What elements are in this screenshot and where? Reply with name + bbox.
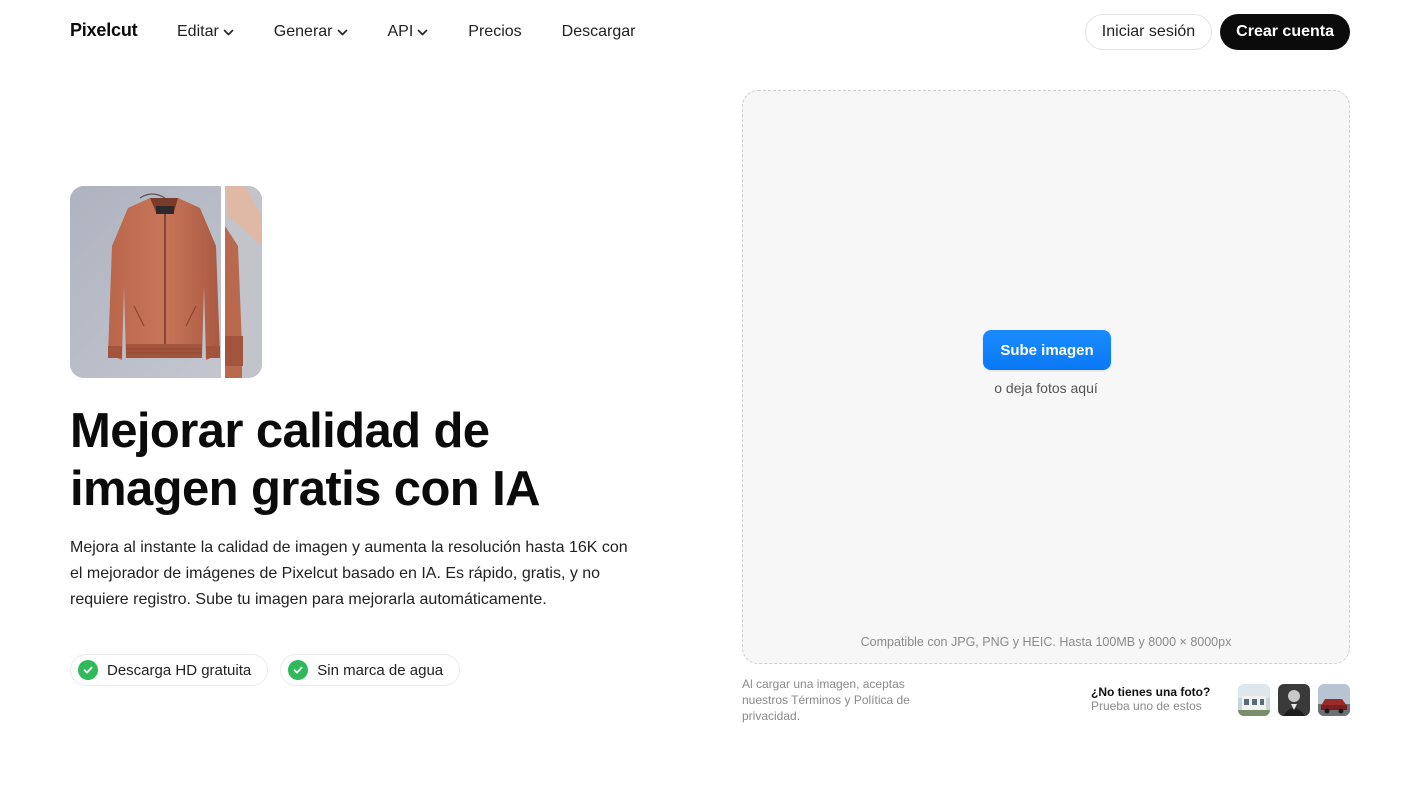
- jacket-before-after-image: [70, 186, 262, 378]
- badge-hd-download: Descarga HD gratuita: [70, 654, 269, 686]
- sample-car-image[interactable]: [1318, 684, 1350, 716]
- badge-label: Descarga HD gratuita: [107, 661, 252, 679]
- badge-no-watermark: Sin marca de agua: [280, 654, 461, 686]
- nav-menu: Editar Generar API Precios Descargar: [177, 22, 675, 42]
- nav-item-api[interactable]: API: [388, 22, 429, 42]
- top-nav: Pixelcut Editar Generar API Precios Desc…: [0, 0, 1420, 64]
- hero-description: Mejora al instante la calidad de imagen …: [70, 539, 628, 608]
- drop-hint: o deja fotos aquí: [994, 380, 1098, 396]
- chevron-down-icon: [223, 27, 234, 38]
- sample-portrait-image[interactable]: [1278, 684, 1310, 716]
- sample-house-image[interactable]: [1238, 684, 1270, 716]
- chevron-down-icon: [337, 27, 348, 38]
- feature-badges: Descarga HD gratuita Sin marca de agua: [70, 654, 472, 686]
- nav-item-generar[interactable]: Generar: [274, 22, 348, 42]
- logo[interactable]: Pixelcut: [70, 20, 138, 41]
- nav-item-label: Descargar: [561, 23, 636, 40]
- upload-image-button[interactable]: Sube imagen: [983, 330, 1111, 370]
- login-button[interactable]: Iniciar sesión: [1084, 14, 1213, 50]
- signup-button[interactable]: Crear cuenta: [1220, 14, 1350, 50]
- compatibility-note: Compatible con JPG, PNG y HEIC. Hasta 10…: [860, 635, 1232, 649]
- page-title-line-1: Mejorar calidad de: [70, 404, 490, 458]
- no-photo-prompt: ¿No tienes una foto? Prueba uno de estos: [1091, 685, 1210, 714]
- chevron-down-icon: [417, 27, 428, 38]
- check-circle-icon: [78, 660, 98, 680]
- no-photo-subtitle: Prueba uno de estos: [1091, 699, 1202, 713]
- nav-item-precios[interactable]: Precios: [468, 22, 521, 42]
- upload-dropzone[interactable]: Sube imagen o deja fotos aquí Compatible…: [742, 90, 1350, 664]
- nav-item-editar[interactable]: Editar: [177, 22, 234, 42]
- nav-item-label: Generar: [273, 23, 333, 40]
- nav-actions: Iniciar sesión Crear cuenta: [1084, 14, 1350, 50]
- sample-images: [1238, 684, 1350, 716]
- nav-item-label: Editar: [177, 23, 219, 40]
- page-title-line-2: imagen gratis con IA: [70, 462, 541, 516]
- terms-note: Al cargar una imagen, aceptas nuestros T…: [742, 677, 910, 723]
- before-after-divider[interactable]: [221, 186, 225, 378]
- badge-label: Sin marca de agua: [317, 661, 444, 679]
- nav-item-descargar[interactable]: Descargar: [562, 22, 636, 42]
- check-circle-icon: [288, 660, 309, 680]
- nav-item-label: API: [387, 23, 414, 40]
- nav-item-label: Precios: [468, 23, 522, 40]
- page-title: Mejorar calidad de imagen gratis con IA: [70, 402, 670, 518]
- no-photo-title: ¿No tienes una foto?: [1091, 685, 1211, 699]
